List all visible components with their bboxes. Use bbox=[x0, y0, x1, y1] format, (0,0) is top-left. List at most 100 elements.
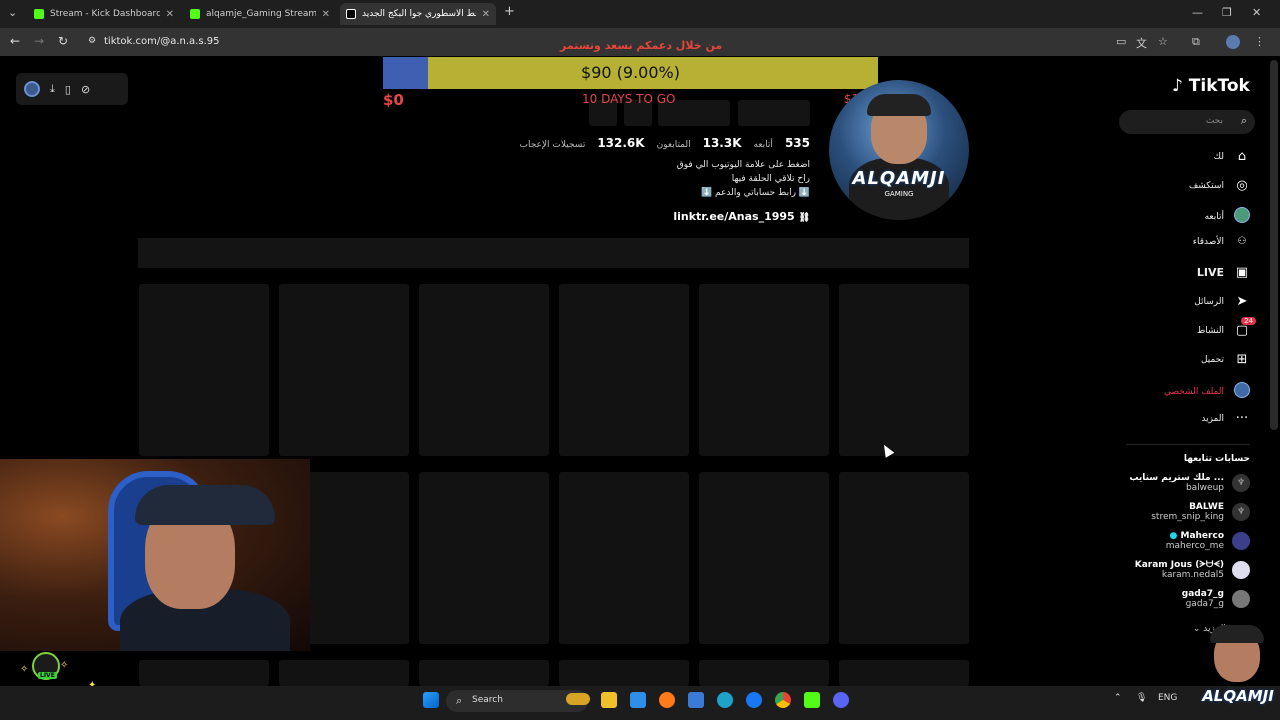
widgets-icon[interactable] bbox=[566, 693, 590, 705]
taskbar-search-label: Search bbox=[472, 695, 503, 705]
search-icon[interactable]: ⌕ bbox=[1241, 114, 1247, 128]
chrome-icon[interactable] bbox=[775, 692, 791, 708]
bookmark-star-icon[interactable]: ☆ bbox=[1158, 35, 1168, 48]
account-handle: maherco_me bbox=[1165, 541, 1224, 551]
sparkle-icon: ✧ bbox=[60, 660, 69, 671]
tab-search-icon[interactable]: ⌄ bbox=[8, 6, 17, 19]
tab-kick-dashboard[interactable]: Stream - Kick Dashboard ✕ bbox=[28, 3, 180, 25]
forward-icon[interactable]: → bbox=[34, 34, 44, 48]
video-card[interactable] bbox=[139, 284, 269, 456]
sidebar-item-for-you[interactable]: لك ⌂ bbox=[1214, 149, 1250, 164]
tiktok-icon: ♪ bbox=[1172, 76, 1183, 96]
followed-account[interactable]: ● Maherco maherco_me bbox=[1166, 531, 1250, 551]
video-card[interactable] bbox=[839, 284, 969, 456]
video-card[interactable] bbox=[699, 284, 829, 456]
edge-icon[interactable] bbox=[717, 692, 733, 708]
followed-account[interactable]: ملك ستريم سنايب ... balweup ♆ bbox=[1129, 473, 1250, 493]
video-card[interactable] bbox=[419, 660, 549, 686]
compass-icon[interactable]: ⊘ bbox=[81, 83, 90, 96]
video-card[interactable] bbox=[279, 284, 409, 456]
microphone-icon[interactable]: 🎙 bbox=[1136, 693, 1147, 703]
followed-account[interactable]: gada7_g gada7_g bbox=[1182, 589, 1250, 609]
file-explorer-icon[interactable] bbox=[601, 692, 617, 708]
tab-tiktok[interactable]: الخط الاسطوري جوا البكج الجديد ✕ bbox=[340, 3, 496, 25]
video-card[interactable] bbox=[839, 660, 969, 686]
restore-icon[interactable]: ❐ bbox=[1222, 6, 1232, 19]
video-card[interactable] bbox=[139, 660, 269, 686]
sidebar-item-upload[interactable]: تحميل ⊞ bbox=[1201, 352, 1250, 367]
profile-link-text[interactable]: linktr.ee/Anas_1995 bbox=[673, 210, 794, 223]
tiktok-logo[interactable]: ♪ TikTok bbox=[1172, 76, 1250, 96]
tab-kick-stream[interactable]: alqamje_Gaming Stream - Wat ✕ bbox=[184, 3, 336, 25]
compass-icon: ◎ bbox=[1236, 178, 1248, 193]
video-card[interactable] bbox=[559, 284, 689, 456]
donation-goal-days: 10 DAYS TO GO bbox=[582, 92, 676, 106]
search-input[interactable]: بحث ⌕ bbox=[1119, 110, 1255, 134]
notification-badge: 24 bbox=[1241, 317, 1256, 325]
video-card[interactable] bbox=[699, 660, 829, 686]
sidebar-item-activity[interactable]: النشاط ▢ 24 bbox=[1197, 317, 1256, 338]
scrollbar[interactable] bbox=[1270, 60, 1278, 430]
webcam-overlay bbox=[0, 459, 310, 651]
firefox-icon[interactable] bbox=[659, 692, 675, 708]
language-indicator[interactable]: ENG bbox=[1158, 693, 1177, 703]
video-card[interactable] bbox=[839, 472, 969, 644]
sidebar-item-following[interactable]: أتابعه bbox=[1205, 207, 1250, 227]
url-field[interactable]: tiktok.com/@a.n.a.s.95 bbox=[104, 36, 219, 47]
corner-logo-text: ALQAMJI bbox=[1202, 687, 1274, 705]
account-name: BALWE bbox=[1189, 502, 1224, 512]
floating-avatar[interactable] bbox=[24, 81, 40, 97]
stat-followers-count[interactable]: 13.3K bbox=[703, 136, 742, 150]
profile-avatar-icon bbox=[1234, 382, 1250, 402]
sidebar-item-friends[interactable]: الأصدقاء ⚇ bbox=[1193, 236, 1250, 247]
phone-icon[interactable]: ▯ bbox=[65, 83, 71, 96]
close-icon[interactable]: ✕ bbox=[482, 9, 490, 20]
window-close-icon[interactable]: ✕ bbox=[1252, 6, 1261, 19]
profile-tabs-strip[interactable] bbox=[138, 238, 969, 268]
followed-account[interactable]: Karam Jous (ᗒᗨᗕ) karam.nedal5 bbox=[1135, 560, 1250, 580]
close-icon[interactable]: ✕ bbox=[322, 9, 330, 20]
video-card[interactable] bbox=[279, 660, 409, 686]
account-handle: balweup bbox=[1185, 483, 1224, 493]
followed-account[interactable]: BALWE strem_snip_king ♆ bbox=[1151, 502, 1250, 522]
tray-chevron-icon[interactable]: ⌃ bbox=[1114, 693, 1122, 703]
new-tab-button[interactable]: + bbox=[504, 4, 515, 19]
profile-link[interactable]: linktr.ee/Anas_1995 ⛓ bbox=[673, 210, 810, 223]
page-floating-toolbar: ⤓ ▯ ⊘ bbox=[16, 73, 128, 105]
cast-icon[interactable]: ▭ bbox=[1116, 35, 1126, 48]
extensions-icon[interactable]: ⧉ bbox=[1192, 35, 1200, 49]
browser-tab-strip: ⌄ Stream - Kick Dashboard ✕ alqamje_Gami… bbox=[0, 0, 1280, 28]
video-card[interactable] bbox=[419, 284, 549, 456]
reload-icon[interactable]: ↻ bbox=[58, 34, 68, 48]
sidebar-item-live[interactable]: LIVE ▣ bbox=[1197, 265, 1250, 280]
minimize-icon[interactable]: — bbox=[1192, 6, 1203, 19]
windows-start-icon[interactable] bbox=[423, 692, 439, 708]
close-icon[interactable]: ✕ bbox=[166, 9, 174, 20]
back-icon[interactable]: ← bbox=[10, 34, 20, 48]
tasks-icon[interactable] bbox=[630, 692, 646, 708]
video-card[interactable] bbox=[559, 472, 689, 644]
sidebar-item-messages[interactable]: الرسائل ➤ bbox=[1194, 294, 1250, 309]
mail-icon[interactable] bbox=[688, 692, 704, 708]
sidebar-item-explore[interactable]: استكشف ◎ bbox=[1189, 178, 1250, 193]
video-card[interactable] bbox=[419, 472, 549, 644]
kick-app-icon[interactable] bbox=[804, 692, 820, 708]
site-info-icon[interactable]: ⚙ bbox=[88, 36, 96, 46]
profile-action-button[interactable] bbox=[738, 100, 810, 126]
profile-avatar[interactable] bbox=[1226, 35, 1240, 49]
discord-icon[interactable] bbox=[833, 692, 849, 708]
translate-icon[interactable]: 文 bbox=[1136, 35, 1147, 51]
video-card[interactable] bbox=[699, 472, 829, 644]
stat-following-count[interactable]: 535 bbox=[785, 136, 810, 150]
sidebar-item-more[interactable]: المزيد ··· bbox=[1201, 411, 1250, 426]
donation-goal-amount: $90 (9.00%) bbox=[581, 63, 680, 82]
video-card[interactable] bbox=[559, 660, 689, 686]
tab-title: الخط الاسطوري جوا البكج الجديد bbox=[362, 9, 476, 19]
profile-avatar-large[interactable]: ALQAMJI GAMING bbox=[829, 80, 969, 220]
sidebar-item-profile[interactable]: الملف الشخصي bbox=[1164, 382, 1250, 402]
facebook-icon[interactable] bbox=[746, 692, 762, 708]
download-icon[interactable]: ⤓ bbox=[50, 82, 55, 96]
avatar-logo-text: ALQAMJI bbox=[852, 168, 946, 189]
menu-kebab-icon[interactable]: ⋮ bbox=[1254, 35, 1265, 48]
corner-streamer-logo: ALQAMJI bbox=[1196, 625, 1280, 715]
